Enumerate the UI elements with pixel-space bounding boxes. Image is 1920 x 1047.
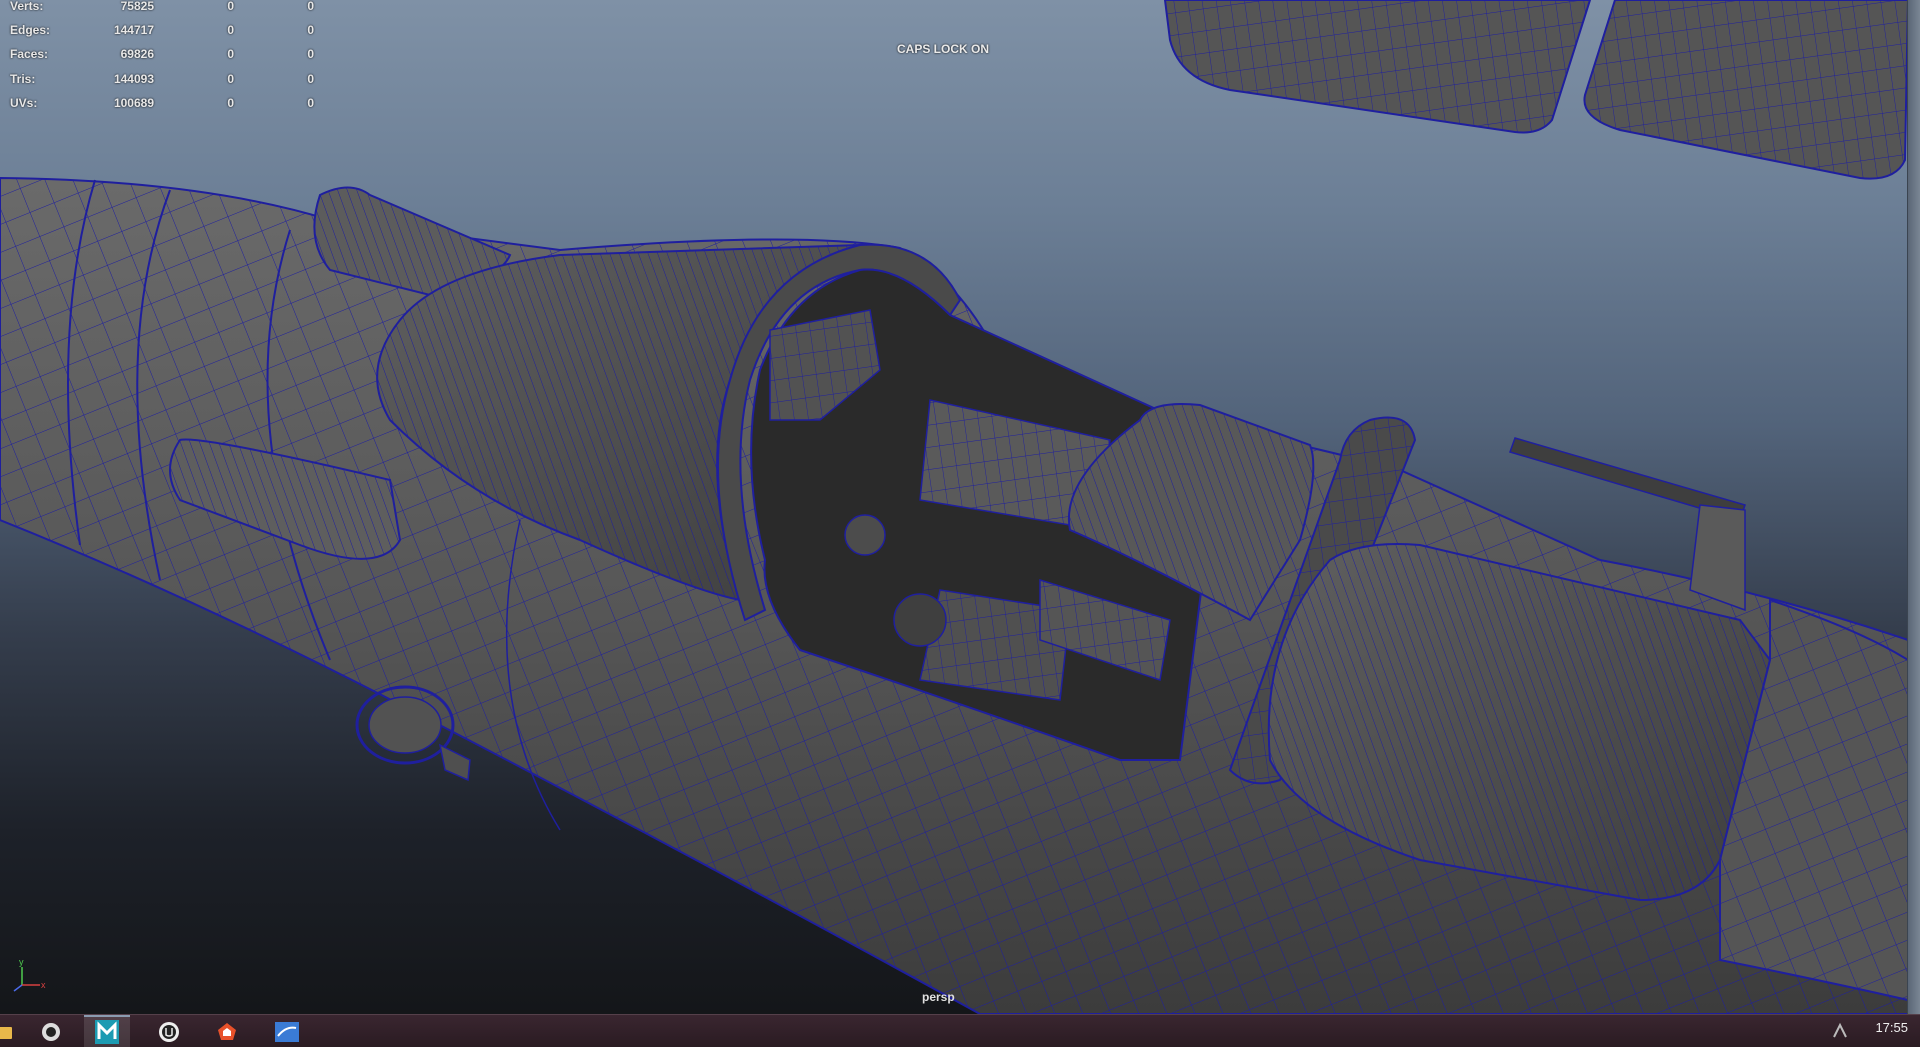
- substance-icon[interactable]: [264, 1017, 310, 1047]
- hud-row-verts: Verts: 75825 0 0: [10, 0, 314, 18]
- maya-icon[interactable]: [84, 1015, 130, 1047]
- hud-value: 144093: [113, 71, 154, 86]
- houdini-icon[interactable]: [204, 1017, 250, 1047]
- detached-panel-right: [1583, 0, 1910, 180]
- unreal-engine-icon[interactable]: [146, 1017, 192, 1047]
- hud-value: 0: [227, 71, 234, 86]
- taskbar-clock[interactable]: 17:55: [1875, 1020, 1908, 1035]
- poly-count-hud: Verts: 75825 0 0 Edges: 144717 0 0 Faces…: [10, 0, 314, 115]
- hud-label: Tris:: [10, 71, 36, 86]
- caps-lock-indicator: CAPS LOCK ON: [897, 42, 990, 56]
- hud-row-edges: Edges: 144717 0 0: [10, 18, 314, 42]
- hud-value: 144717: [113, 23, 154, 38]
- hud-row-tris: Tris: 144093 0 0: [10, 67, 314, 91]
- hud-row-faces: Faces: 69826 0 0: [10, 42, 314, 66]
- hud-value: 0: [307, 47, 314, 62]
- jet-model-wireframe[interactable]: [0, 0, 1920, 1014]
- hud-label: Edges:: [10, 23, 51, 38]
- obs-icon[interactable]: [28, 1017, 74, 1047]
- hud-value: 0: [227, 0, 234, 14]
- hud-row-uvs: UVs: 100689 0 0: [10, 91, 314, 115]
- hud-value: 0: [307, 23, 314, 38]
- hud-value: 100689: [113, 95, 154, 110]
- hud-label: Faces:: [10, 47, 49, 62]
- hud-value: 0: [227, 23, 234, 38]
- hud-value: 0: [227, 95, 234, 110]
- file-explorer-icon[interactable]: [0, 1017, 26, 1047]
- hud-value: 75825: [120, 0, 154, 14]
- hud-value: 0: [307, 71, 314, 86]
- view-axis-icon: y x: [13, 957, 46, 992]
- axis-x-label: x: [41, 980, 46, 990]
- axis-y-label: y: [19, 957, 24, 967]
- windows-taskbar: [0, 1014, 1920, 1047]
- hud-label: UVs:: [10, 95, 38, 110]
- hud-value: 0: [307, 0, 314, 14]
- viewport-edge-panel[interactable]: [1907, 0, 1920, 1014]
- hud-value: 69826: [120, 47, 154, 62]
- camera-name-label: persp: [922, 990, 955, 1004]
- detached-panel-left: [1163, 0, 1592, 134]
- tray-icon[interactable]: [1830, 1021, 1850, 1041]
- hud-value: 0: [227, 47, 234, 62]
- hud-value: 0: [307, 95, 314, 110]
- hud-label: Verts:: [10, 0, 44, 14]
- maya-viewport[interactable]: Verts: 75825 0 0 Edges: 144717 0 0 Faces…: [0, 0, 1920, 1014]
